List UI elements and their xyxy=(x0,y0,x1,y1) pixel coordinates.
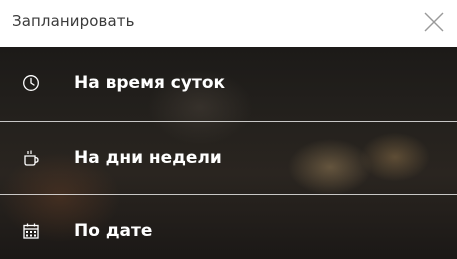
coffee-cup-icon xyxy=(22,149,40,167)
menu-item-time-of-day[interactable]: На время суток xyxy=(0,47,457,119)
menu-item-label: На дни недели xyxy=(74,148,222,168)
dialog-title: Запланировать xyxy=(12,12,135,30)
schedule-options-panel: На время суток На дни недели По дате xyxy=(0,47,457,259)
close-icon[interactable] xyxy=(423,11,445,33)
menu-item-days-of-week[interactable]: На дни недели xyxy=(0,122,457,194)
menu-item-label: На время суток xyxy=(74,73,226,93)
menu-item-by-date[interactable]: По дате xyxy=(0,195,457,259)
menu-item-label: По дате xyxy=(74,221,153,241)
calendar-icon xyxy=(22,222,40,240)
clock-icon xyxy=(22,74,40,92)
dialog-header: Запланировать xyxy=(0,0,457,47)
